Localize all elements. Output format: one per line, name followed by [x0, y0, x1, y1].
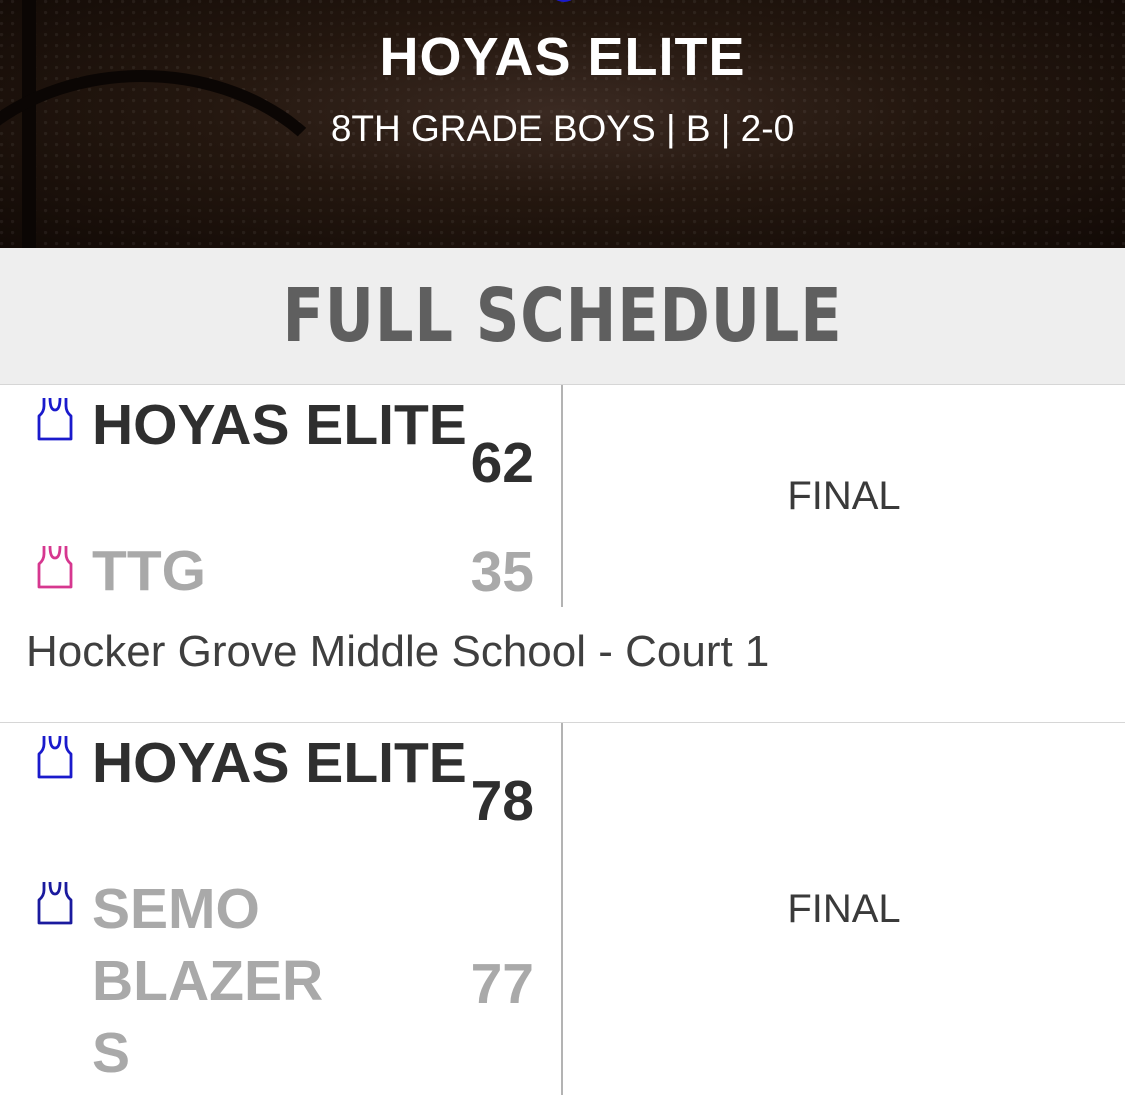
team-name: TTG — [92, 539, 206, 603]
schedule-header: FULL SCHEDULE — [0, 248, 1125, 385]
game-status-cell: FINAL — [563, 723, 1125, 1095]
game-venue: Hocker Grove Middle School - Court 1 — [26, 627, 770, 676]
game-status-cell: FINAL — [563, 385, 1125, 607]
jersey-icon — [37, 397, 73, 441]
venue-row: Hocker Grove Middle School - Court 1 — [0, 607, 1125, 723]
team-score: 62 — [470, 431, 534, 495]
team-header: HOYAS ELITE 8TH GRADE BOYS | B | 2-0 — [0, 0, 1125, 248]
team-name: HOYAS ELITE — [92, 731, 467, 795]
jersey-icon — [37, 545, 73, 589]
game-status: FINAL — [787, 473, 901, 518]
team-score: 77 — [470, 952, 534, 1016]
basketball-seam-curve — [0, 70, 364, 248]
team-logo-edge — [548, 0, 580, 2]
game-status: FINAL — [787, 886, 901, 931]
team-row-away: TTG 35 — [0, 535, 561, 607]
jersey-icon — [37, 881, 73, 925]
team-score: 35 — [470, 540, 534, 604]
team-row-home: HOYAS ELITE 62 — [0, 385, 561, 535]
team-name: SEMO BLAZER S — [92, 877, 324, 1085]
team-row-home: HOYAS ELITE 78 — [0, 723, 561, 873]
team-row-away: SEMO BLAZER S 77 — [0, 873, 561, 1095]
team-name: HOYAS ELITE — [92, 393, 467, 457]
game-card[interactable]: HOYAS ELITE 62 TTG 35 FINAL Hocker Grove… — [0, 385, 1125, 723]
team-division-record: 8TH GRADE BOYS | B | 2-0 — [330, 108, 795, 149]
team-name-title: HOYAS ELITE — [379, 27, 746, 87]
jersey-icon — [37, 735, 73, 779]
schedule-title: FULL SCHEDULE — [282, 273, 843, 359]
game-card[interactable]: HOYAS ELITE 78 SEMO BLAZER S 77 FINAL — [0, 723, 1125, 1118]
team-score: 78 — [470, 769, 534, 833]
